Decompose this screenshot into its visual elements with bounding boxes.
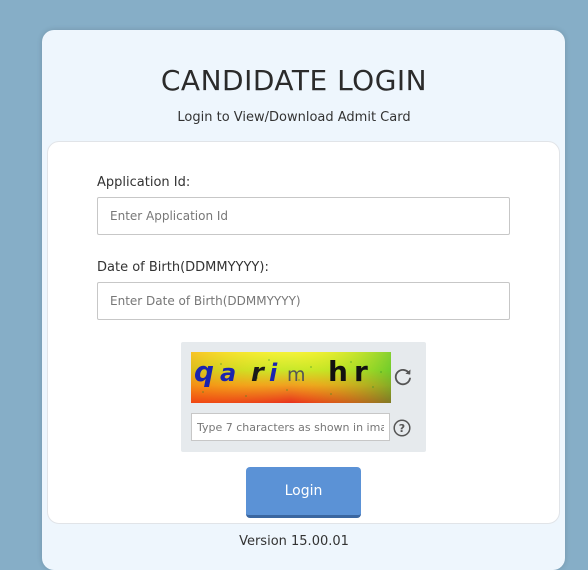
- login-button[interactable]: Login: [246, 467, 361, 518]
- captcha-input[interactable]: [191, 413, 390, 441]
- svg-text:m: m: [287, 364, 306, 386]
- svg-text:r: r: [354, 355, 368, 388]
- svg-text:q: q: [194, 355, 214, 388]
- question-circle-icon[interactable]: ?: [393, 419, 411, 437]
- svg-text:h: h: [328, 355, 348, 388]
- dob-input[interactable]: [97, 282, 510, 320]
- svg-text:i: i: [269, 359, 278, 387]
- svg-text:r: r: [251, 358, 266, 388]
- refresh-icon[interactable]: [392, 366, 414, 388]
- dob-label: Date of Birth(DDMMYYYY):: [97, 260, 269, 275]
- page-subtitle: Login to View/Download Admit Card: [177, 110, 411, 125]
- version-label: Version 15.00.01: [239, 534, 349, 549]
- page-title: CANDIDATE LOGIN: [160, 64, 428, 97]
- svg-text:a: a: [220, 359, 236, 387]
- captcha-image: q a r i m h r: [191, 352, 391, 403]
- application-id-label: Application Id:: [97, 175, 191, 190]
- application-id-input[interactable]: [97, 197, 510, 235]
- svg-text:?: ?: [399, 422, 405, 435]
